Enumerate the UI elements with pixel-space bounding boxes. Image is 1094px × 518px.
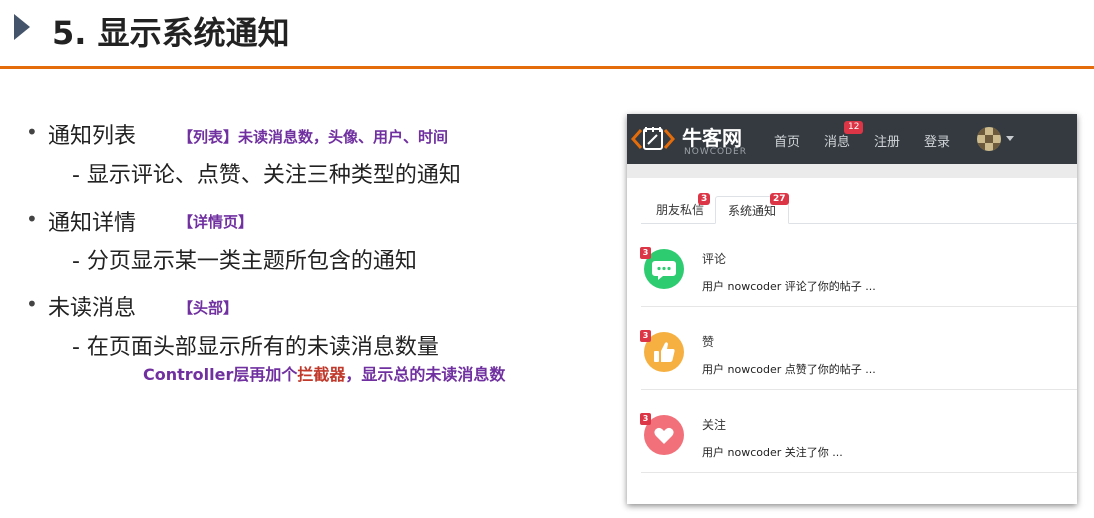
nav-login[interactable]: 登录 bbox=[924, 131, 950, 150]
notice-title[interactable]: 赞 bbox=[702, 333, 714, 350]
note-suffix: ，显示总的未读消息数 bbox=[345, 365, 506, 384]
note-prefix: Controller层再加个 bbox=[143, 365, 298, 384]
tag-list: 【列表】未读消息数，头像、用户、时间 bbox=[178, 128, 449, 146]
site-screenshot: 牛客网 NOWCODER 首页 消息 12 注册 登录 朋友私信 3 系统通知 … bbox=[627, 114, 1077, 504]
notice-text[interactable]: 用户 nowcoder 评论了你的帖子 ... bbox=[702, 278, 876, 294]
bullet-dot-icon: • bbox=[26, 292, 38, 316]
notice-badge: 3 bbox=[640, 330, 651, 342]
bullet-dot-icon: • bbox=[26, 207, 38, 231]
notice-text[interactable]: 用户 nowcoder 点赞了你的帖子 ... bbox=[702, 361, 876, 377]
chevron-down-icon[interactable] bbox=[1006, 136, 1014, 141]
private-messages-badge: 3 bbox=[698, 193, 711, 205]
sub-unread: - 在页面头部显示所有的未读消息数量 bbox=[72, 335, 439, 360]
logo-icon bbox=[631, 127, 675, 150]
avatar[interactable] bbox=[977, 127, 1001, 151]
tab-label: 朋友私信 bbox=[656, 203, 705, 217]
nav-home[interactable]: 首页 bbox=[774, 131, 800, 150]
tag-header: 【头部】 bbox=[178, 299, 239, 317]
tab-label: 系统通知 bbox=[728, 204, 777, 218]
navbar: 牛客网 NOWCODER 首页 消息 12 注册 登录 bbox=[627, 114, 1077, 164]
notice-title[interactable]: 关注 bbox=[702, 416, 726, 433]
bullet-notice-list: 通知列表 bbox=[48, 124, 137, 149]
note-highlight: 拦截器 bbox=[297, 365, 346, 384]
header-divider-band bbox=[627, 164, 1077, 178]
bullet-unread: 未读消息 bbox=[48, 296, 137, 321]
notice-title[interactable]: 评论 bbox=[702, 250, 726, 267]
notice-item-comment[interactable]: 3 评论 用户 nowcoder 评论了你的帖子 ... bbox=[640, 225, 1077, 307]
sub-notice-detail: - 分页显示某一类主题所包含的通知 bbox=[72, 249, 417, 274]
notice-item-follow[interactable]: 3 关注 用户 nowcoder 关注了你 ... bbox=[640, 391, 1077, 473]
tag-detail: 【详情页】 bbox=[178, 213, 254, 231]
messages-badge: 12 bbox=[844, 121, 864, 134]
notice-badge: 3 bbox=[640, 413, 651, 425]
bullet-list: • 通知列表 【列表】未读消息数，头像、用户、时间 - 显示评论、点赞、关注三种… bbox=[0, 0, 600, 518]
notice-item-like[interactable]: 3 赞 用户 nowcoder 点赞了你的帖子 ... bbox=[640, 308, 1077, 390]
notice-badge: 3 bbox=[640, 247, 651, 259]
controller-note: Controller层再加个拦截器，显示总的未读消息数 bbox=[143, 361, 505, 385]
bullet-dot-icon: • bbox=[26, 120, 38, 144]
notice-text[interactable]: 用户 nowcoder 关注了你 ... bbox=[702, 444, 843, 460]
nav-register[interactable]: 注册 bbox=[874, 131, 900, 150]
sub-notice-list: - 显示评论、点赞、关注三种类型的通知 bbox=[72, 163, 461, 188]
bullet-notice-detail: 通知详情 bbox=[48, 211, 137, 236]
logo-subtext: NOWCODER bbox=[684, 147, 747, 157]
system-notices-badge: 27 bbox=[770, 193, 789, 205]
